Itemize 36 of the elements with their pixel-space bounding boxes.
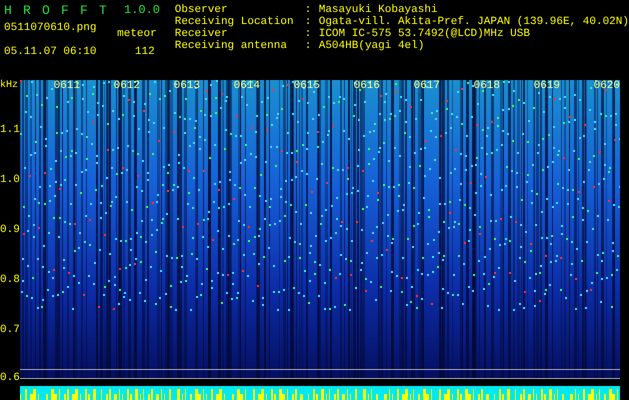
time-label: 0620 — [594, 80, 620, 92]
meteor-count: 112 — [134, 46, 156, 58]
info-label: Receiving Location — [174, 16, 295, 28]
time-label: 0612 — [114, 80, 140, 92]
info-separator: : — [304, 16, 312, 28]
app-title-letter: F — [61, 2, 70, 18]
y-axis-label: 1.0 — [0, 174, 20, 186]
meteor-label: meteor — [117, 28, 157, 40]
y-axis-label: 0.8 — [0, 274, 20, 286]
app-title-letter: R — [23, 2, 32, 18]
info-value: ICOM IC-575 53.7492(@LCD)MHz USB — [318, 28, 530, 40]
info-value: Ogata-vill. Akita-Pref. JAPAN (139.96E, 40.02N) — [318, 16, 629, 28]
y-axis-label: 0.7 — [0, 324, 20, 336]
y-axis-unit: kHz — [0, 80, 18, 91]
app-title-letter: T — [99, 2, 108, 18]
info-separator: : — [304, 40, 312, 52]
app-title-letter: H — [4, 2, 13, 18]
time-label: 0613 — [174, 80, 200, 92]
y-axis-label: 0.9 — [0, 224, 20, 236]
app-title-letter: O — [42, 2, 51, 18]
time-label: 0616 — [354, 80, 380, 92]
info-separator: : — [304, 4, 312, 16]
info-label: Observer — [174, 4, 229, 16]
info-separator: : — [304, 28, 312, 40]
time-label: 0619 — [534, 80, 560, 92]
app-version: 1.0.0 — [124, 3, 160, 17]
info-value: Masayuki Kobayashi — [318, 4, 438, 16]
file-name: 0511070610.png — [4, 22, 96, 36]
y-axis-label: 0.6 — [0, 372, 20, 384]
y-axis-label: 1.1 — [0, 124, 20, 136]
info-label: Receiving antenna — [174, 40, 288, 52]
timestamp: 05.11.07 06:10 — [4, 46, 96, 58]
info-label: Receiver — [174, 28, 229, 40]
time-label: 0611 — [54, 80, 80, 92]
info-value: A504HB(yagi 4el) — [318, 40, 424, 52]
app-title-letter: F — [80, 2, 89, 18]
